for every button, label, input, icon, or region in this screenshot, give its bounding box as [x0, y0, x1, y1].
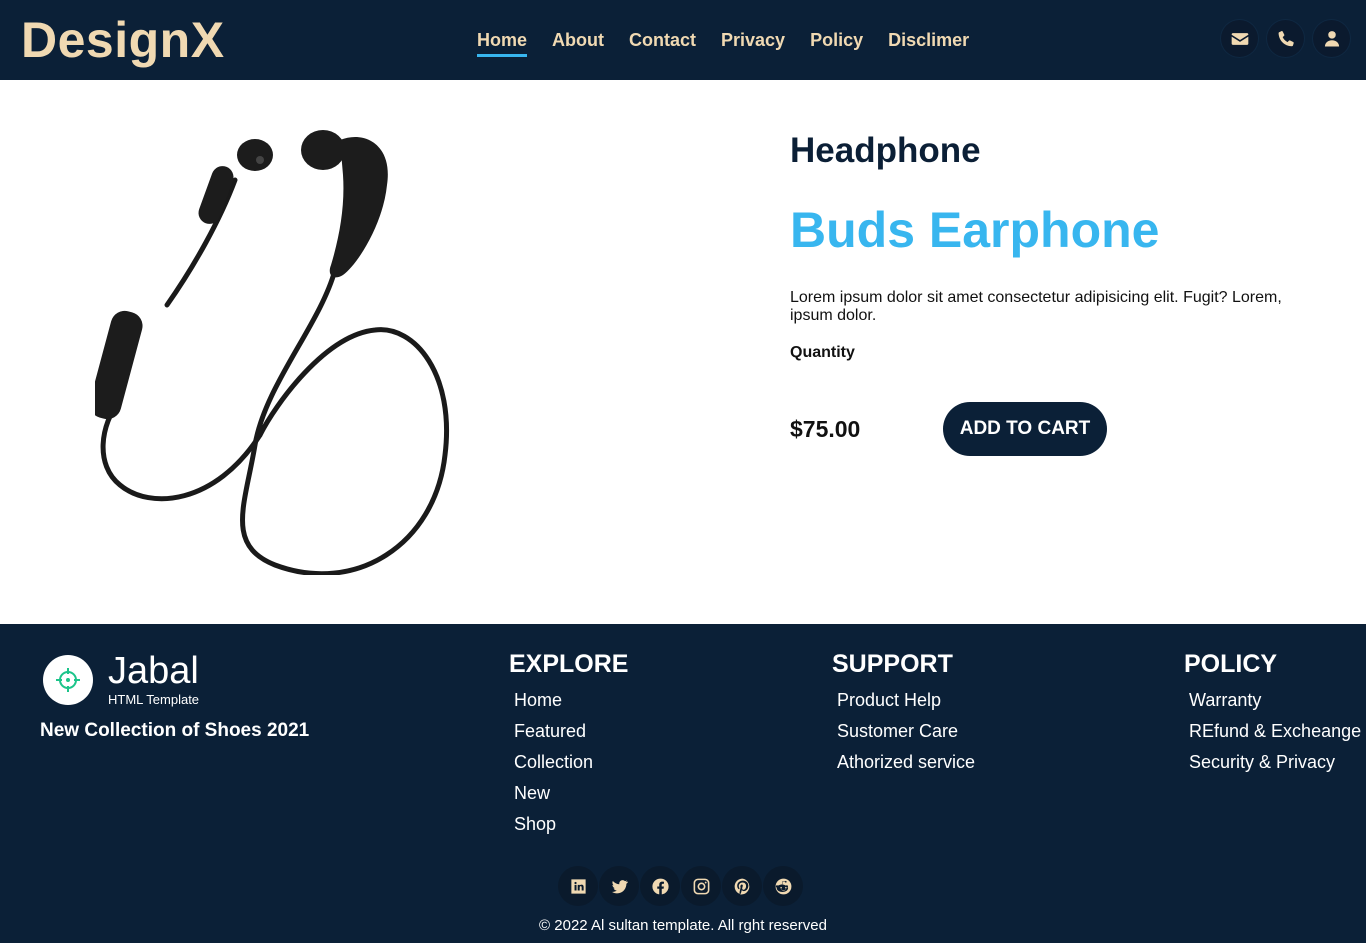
footer-link-product-help[interactable]: Product Help — [832, 685, 975, 716]
crosshair-icon — [43, 654, 93, 705]
nav-disclimer[interactable]: Disclimer — [888, 29, 969, 51]
main-nav: Home About Contact Privacy Policy Discli… — [477, 29, 994, 57]
reddit-icon[interactable] — [763, 866, 803, 906]
instagram-icon[interactable] — [681, 866, 721, 906]
nav-policy[interactable]: Policy — [810, 29, 863, 51]
brand-logo[interactable]: DesignX — [21, 12, 225, 68]
footer-link-featured[interactable]: Featured — [509, 716, 628, 747]
footer-link-authorized-service[interactable]: Athorized service — [832, 747, 975, 778]
logo-subtitle: HTML Template — [108, 692, 200, 707]
footer-column-explore: EXPLORE Home Featured Collection New Sho… — [509, 650, 628, 840]
earphone-image — [89, 125, 460, 577]
linkedin-icon[interactable] — [558, 866, 598, 906]
footer-tagline: New Collection of Shoes 2021 — [40, 720, 310, 741]
footer-link-warranty[interactable]: Warranty — [1184, 685, 1361, 716]
add-to-cart-button[interactable]: ADD TO CART — [943, 402, 1107, 456]
quantity-label: Quantity — [790, 344, 855, 361]
footer-logo[interactable]: Jabal HTML Template — [43, 652, 199, 707]
column-title: EXPLORE — [509, 650, 629, 678]
user-icon[interactable] — [1313, 20, 1350, 57]
product-description: Lorem ipsum dolor sit amet consectetur a… — [790, 289, 1282, 324]
footer-link-new[interactable]: New — [509, 778, 628, 809]
copyright-text: © 2022 Al sultan template. All rght rese… — [539, 917, 827, 934]
footer-link-shop[interactable]: Shop — [509, 809, 628, 840]
nav-privacy[interactable]: Privacy — [721, 29, 785, 51]
column-title: POLICY — [1184, 650, 1278, 678]
footer-column-support: SUPPORT Product Help Sustomer Care Athor… — [832, 650, 975, 778]
logo-name: Jabal — [108, 650, 199, 692]
twitter-icon[interactable] — [599, 866, 639, 906]
column-title: SUPPORT — [832, 650, 953, 678]
site-header: DesignX Home About Contact Privacy Polic… — [0, 0, 1366, 80]
product-name: Buds Earphone — [790, 202, 1160, 258]
header-actions — [1221, 20, 1350, 57]
pinterest-icon[interactable] — [722, 866, 762, 906]
footer-link-refund[interactable]: REfund & Excheange — [1184, 716, 1361, 747]
footer-link-security[interactable]: Security & Privacy — [1184, 747, 1361, 778]
social-links — [558, 866, 803, 906]
product-price: $75.00 — [790, 416, 861, 442]
footer-link-customer-care[interactable]: Sustomer Care — [832, 716, 975, 747]
nav-contact[interactable]: Contact — [629, 29, 696, 51]
footer-link-home[interactable]: Home — [509, 685, 628, 716]
nav-home[interactable]: Home — [477, 29, 528, 57]
facebook-icon[interactable] — [640, 866, 680, 906]
footer-link-collection[interactable]: Collection — [509, 747, 628, 778]
site-footer: Jabal HTML Template New Collection of Sh… — [0, 624, 1366, 943]
phone-icon[interactable] — [1267, 20, 1304, 57]
product-category: Headphone — [790, 131, 981, 170]
nav-about[interactable]: About — [552, 29, 604, 51]
envelope-icon[interactable] — [1221, 20, 1258, 57]
footer-column-policy: POLICY Warranty REfund & Excheange Secur… — [1184, 650, 1361, 778]
